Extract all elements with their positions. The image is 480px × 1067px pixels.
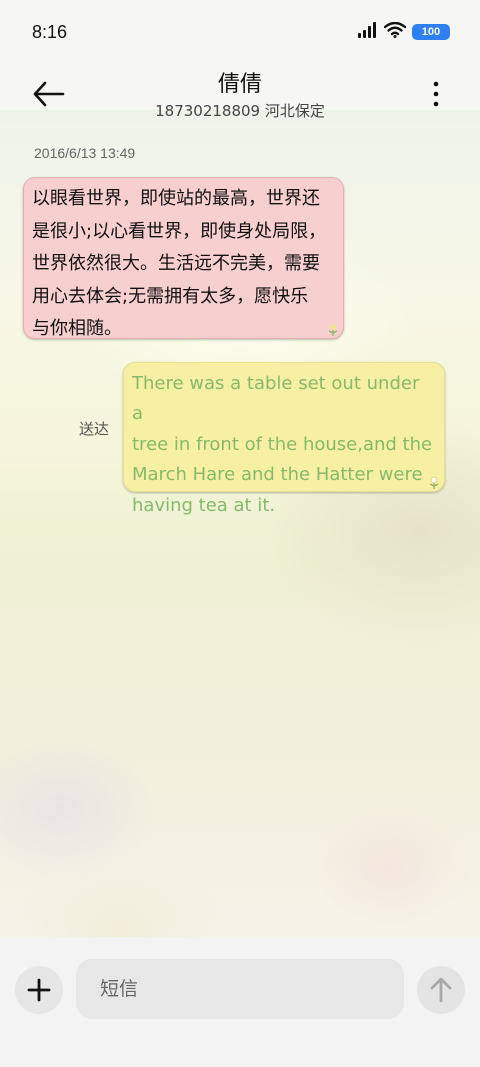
contact-name: 倩倩 — [217, 72, 262, 97]
message-line: 是很小;以心看世界，即使身处局限， — [32, 220, 327, 242]
more-vertical-icon — [433, 81, 439, 107]
message-line: 用心去体会;无需拥有太多，愿快乐 — [32, 285, 309, 307]
message-line: tree in front of the house,and the — [132, 433, 433, 455]
wifi-icon — [383, 21, 407, 42]
signal-icon — [358, 22, 378, 42]
more-options-button[interactable] — [428, 80, 444, 108]
plus-icon — [27, 978, 51, 1002]
conversation-header: 倩倩 18730218809 河北保定 — [0, 66, 480, 126]
message-input[interactable]: 短信 — [76, 959, 404, 1019]
message-line: 世界依然很大。生活远不完美，需要 — [32, 253, 320, 275]
status-time: 8:16 — [32, 22, 68, 42]
message-line: There was a table set out under a — [132, 373, 420, 425]
message-composer: 短信 — [0, 937, 480, 1067]
flower-decoration-icon — [328, 324, 338, 336]
wallpaper-overlay — [0, 520, 480, 940]
flower-decoration-icon — [429, 476, 439, 489]
send-button[interactable] — [417, 966, 465, 1014]
contact-details: 18730218809 河北保定 — [155, 102, 325, 120]
status-icons: 100 — [358, 21, 450, 42]
status-bar: 8:16 100 — [0, 0, 480, 66]
message-line: March Hare and the Hatter were — [132, 464, 423, 486]
message-line: 以眼看世界，即使站的最高，世界还 — [32, 188, 320, 209]
add-attachment-button[interactable] — [15, 966, 63, 1014]
message-line: 与你相随。 — [32, 318, 122, 340]
arrow-up-icon — [430, 977, 452, 1003]
incoming-message-bubble[interactable]: 以眼看世界，即使站的最高，世界还 是很小;以心看世界，即使身处局限， 世界依然很… — [23, 177, 344, 339]
battery-icon: 100 — [412, 24, 450, 40]
outgoing-message-bubble[interactable]: There was a table set out under a tree i… — [123, 362, 445, 516]
message-line: having tea at it. — [132, 494, 276, 516]
delivery-status: 送达 — [79, 420, 110, 438]
message-timestamp: 2016/6/13 13:49 — [34, 145, 136, 161]
